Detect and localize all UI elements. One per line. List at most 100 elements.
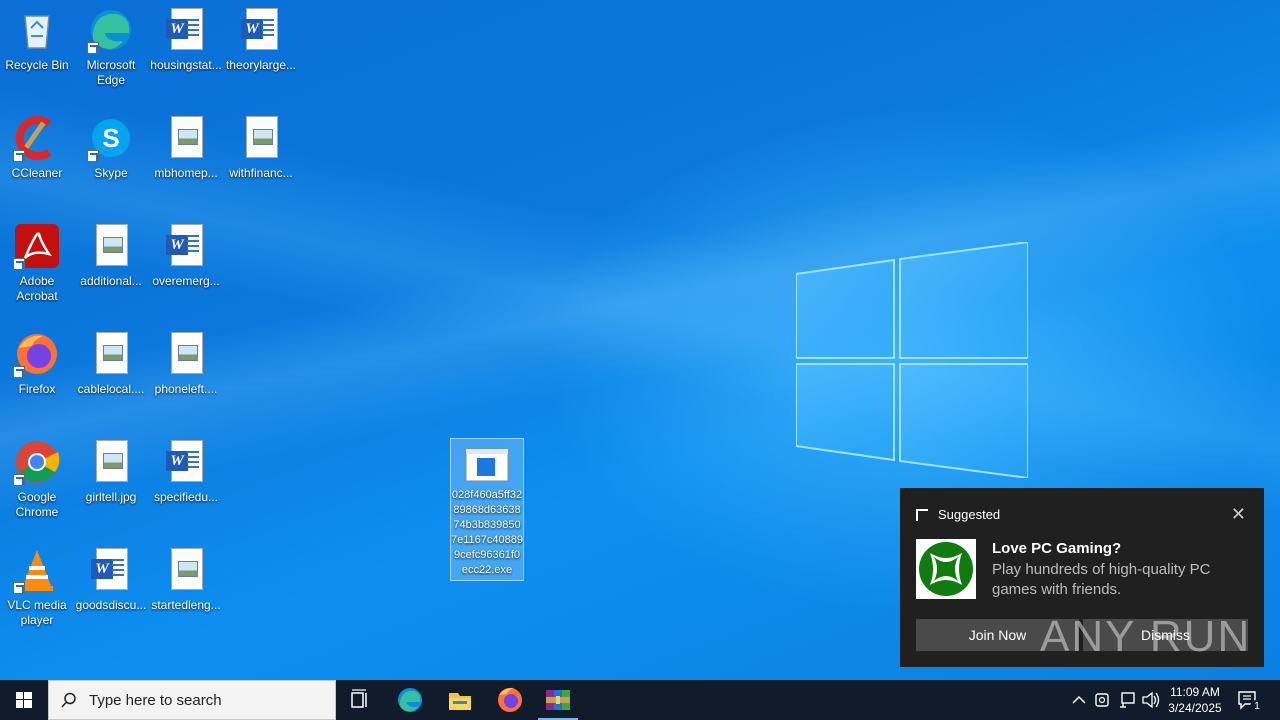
image-file-icon [87, 330, 135, 378]
desktop-icon-label: Skype [94, 166, 128, 180]
shortcut-arrow-icon [13, 258, 25, 270]
shortcut-arrow-icon [87, 150, 99, 162]
shortcut-arrow-icon [13, 474, 25, 486]
anyrun-watermark: ANY RUN [1040, 612, 1251, 662]
desktop-icon[interactable]: additional... [74, 222, 148, 289]
recycle-bin-icon [13, 6, 61, 54]
image-file-icon [162, 546, 210, 594]
desktop-icon[interactable]: S Skype [74, 114, 148, 181]
desktop-icon-label: overemerg... [152, 274, 220, 288]
word-document-icon: W [162, 438, 210, 486]
desktop-icon[interactable]: VLC media player [0, 546, 74, 628]
toast-header: Suggested [916, 507, 1000, 522]
desktop-icon[interactable]: Whousingstat... [149, 6, 223, 73]
desktop-icon[interactable]: Wgoodsdiscu... [74, 546, 148, 613]
desktop-icon[interactable]: phoneleft.... [149, 330, 223, 397]
notification-count: 1 [1250, 700, 1264, 714]
word-document-icon: W [237, 6, 285, 54]
clock-time: 11:09 AM [1170, 685, 1220, 699]
executable-icon [465, 448, 509, 482]
tray-network[interactable] [1116, 680, 1138, 720]
edge-icon [87, 6, 135, 54]
tray-meet-now[interactable] [1092, 680, 1114, 720]
desktop-icon-label: Adobe Acrobat [16, 274, 58, 303]
shortcut-arrow-icon [87, 42, 99, 54]
search-placeholder: Type here to search [89, 692, 222, 709]
acrobat-icon [13, 222, 61, 270]
desktop-icon[interactable]: Woveremerg... [149, 222, 223, 289]
shortcut-arrow-icon [13, 582, 25, 594]
ccleaner-icon [13, 114, 61, 162]
desktop-icon[interactable]: startedleng... [149, 546, 223, 613]
desktop-icon-label: mbhomep... [154, 166, 218, 180]
taskbar-clock[interactable]: 11:09 AM 3/24/2025 [1160, 684, 1230, 716]
desktop-icon-label: theorylarge... [225, 58, 297, 72]
skype-icon: S [87, 114, 135, 162]
chrome-icon [13, 438, 61, 486]
suggested-icon [916, 508, 928, 521]
xbox-logo-icon [916, 539, 976, 599]
desktop-icon-label: phoneleft.... [154, 382, 218, 396]
image-file-icon [162, 330, 210, 378]
taskbar-winrar[interactable] [534, 680, 582, 720]
vlc-icon [13, 546, 61, 594]
action-center-button[interactable]: 1 [1236, 688, 1264, 714]
desktop-icon[interactable]: Wspecifiedu... [149, 438, 223, 505]
firefox-icon [498, 687, 522, 712]
image-file-icon [87, 438, 135, 486]
network-icon [1120, 692, 1135, 708]
desktop-icon-label: Recycle Bin [5, 58, 69, 72]
desktop-icon-label: girltell.jpg [85, 490, 137, 504]
desktop-icon[interactable]: Firefox [0, 330, 74, 397]
desktop-icon[interactable]: CCleaner [0, 114, 74, 181]
firefox-icon [13, 330, 61, 378]
shortcut-arrow-icon [13, 150, 25, 162]
desktop-icon-label: Google Chrome [15, 490, 59, 519]
desktop-icon-label: Firefox [18, 382, 56, 396]
taskbar-search-box[interactable]: Type here to search [48, 680, 336, 720]
desktop-icon[interactable]: cablelocal.... [74, 330, 148, 397]
file-explorer-icon [449, 693, 471, 710]
shortcut-arrow-icon [13, 366, 25, 378]
taskbar-edge[interactable] [386, 680, 434, 720]
task-view-button[interactable] [336, 680, 384, 720]
show-hidden-icons-button[interactable] [1068, 680, 1090, 720]
close-icon[interactable]: ✕ [1231, 504, 1246, 525]
desktop-icon-label: Microsoft Edge [86, 58, 136, 87]
toast-header-label: Suggested [938, 507, 1001, 522]
image-file-icon [237, 114, 285, 162]
windows-start-icon [16, 692, 32, 708]
desktop-icon-label: specifiedu... [153, 490, 219, 504]
word-document-icon: W [87, 546, 135, 594]
desktop-icon[interactable]: Adobe Acrobat [0, 222, 74, 304]
desktop-icon[interactable]: girltell.jpg [74, 438, 148, 505]
image-file-icon [87, 222, 135, 270]
taskbar: Type here to search 11:09 AM 3/24/2025 1 [0, 680, 1280, 720]
tray-volume[interactable] [1140, 680, 1162, 720]
desktop-icon[interactable]: Wtheorylarge... [224, 6, 298, 73]
desktop-icon[interactable]: Recycle Bin [0, 6, 74, 73]
word-document-icon: W [162, 222, 210, 270]
desktop-file-exe[interactable]: 028f460a5ff3289868d6363874b3b8398507e116… [450, 438, 524, 581]
taskbar-firefox[interactable] [486, 680, 534, 720]
desktop-icon-label: goodsdiscu... [75, 598, 147, 612]
toast-title: Love PC Gaming? [992, 540, 1122, 557]
svg-text:S: S [102, 123, 119, 153]
desktop-file-label: 028f460a5ff3289868d6363874b3b8398507e116… [451, 489, 523, 576]
clock-date: 3/24/2025 [1168, 701, 1222, 715]
taskbar-file-explorer[interactable] [436, 680, 484, 720]
chevron-up-icon [1072, 695, 1086, 704]
edge-icon [398, 688, 422, 712]
winrar-icon [546, 690, 570, 710]
word-document-icon: W [162, 6, 210, 54]
desktop-icon-label: startedleng... [151, 598, 221, 612]
desktop-icon[interactable]: Google Chrome [0, 438, 74, 520]
start-button[interactable] [0, 680, 48, 720]
desktop-icon-label: housingstat... [150, 58, 222, 72]
desktop-icon[interactable]: mbhomep... [149, 114, 223, 181]
windows-logo-wallpaper [796, 242, 1028, 478]
desktop-icon-label: additional... [80, 274, 142, 288]
desktop-icon-label: CCleaner [11, 166, 63, 180]
desktop-icon[interactable]: withfinanc... [224, 114, 298, 181]
desktop-icon[interactable]: Microsoft Edge [74, 6, 148, 88]
